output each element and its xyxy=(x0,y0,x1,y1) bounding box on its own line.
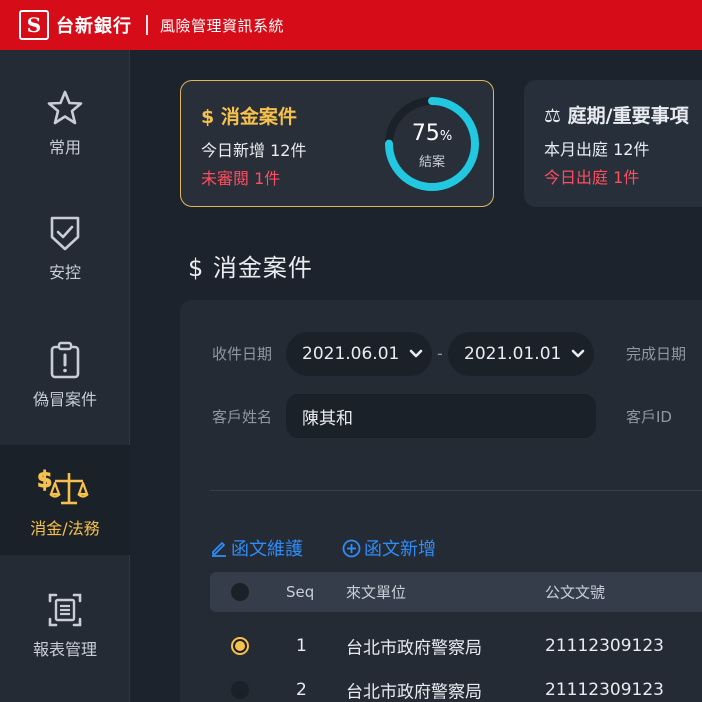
sidebar-item-reports[interactable]: 報表管理 xyxy=(0,590,130,680)
sidebar-item-consumer-legal[interactable]: $ 消金/法務 xyxy=(0,445,130,555)
main-content: $ 消金案件 今日新增 12件 未審閱 1件 75% 結案 ⚖ 庭期/重要事項 … xyxy=(130,50,702,702)
date-from-select[interactable]: 2021.06.01 xyxy=(286,332,432,376)
scales-dollar-icon: $ xyxy=(35,465,95,509)
add-letter-button[interactable]: 函文新增 xyxy=(342,535,436,561)
row-select-radio[interactable] xyxy=(231,637,249,655)
table-row[interactable]: 2 台北市政府警察局 21112309123 xyxy=(210,668,702,702)
top-bar: S 台新銀行 風險管理資訊系統 xyxy=(0,0,702,50)
chevron-down-icon xyxy=(410,349,423,358)
row-doc-no: 21112309123 xyxy=(545,680,664,700)
unreviewed-count: 未審閱 1件 xyxy=(201,169,281,188)
completed-date-label: 完成日期 xyxy=(626,345,687,363)
star-icon xyxy=(45,88,85,128)
column-header-doc-no: 公文文號 xyxy=(545,583,606,602)
report-icon xyxy=(45,590,85,630)
court-this-month-count: 本月出庭 12件 xyxy=(544,140,650,159)
customer-name-input[interactable]: 陳其和 xyxy=(286,394,596,438)
maintain-letter-button[interactable]: 函文維護 xyxy=(210,535,303,561)
new-today-count: 今日新增 12件 xyxy=(201,141,307,160)
row-unit: 台北市政府警察局 xyxy=(346,638,482,659)
svg-text:$: $ xyxy=(37,468,52,493)
column-header-unit: 來文單位 xyxy=(346,583,407,602)
date-to-value: 2021.01.01 xyxy=(464,344,562,364)
date-from-value: 2021.06.01 xyxy=(302,344,400,364)
sidebar-item-favorites[interactable]: 常用 xyxy=(0,88,130,178)
system-name: 風險管理資訊系統 xyxy=(160,16,285,35)
page-title: $ 消金案件 xyxy=(188,254,313,282)
sidebar: 常用 安控 偽冒案件 $ 消金/法務 報表管理 xyxy=(0,50,130,702)
card-title: $ 消金案件 xyxy=(201,106,297,128)
pencil-icon xyxy=(212,542,226,557)
customer-name-value: 陳其和 xyxy=(302,408,353,429)
sidebar-item-label: 報表管理 xyxy=(32,640,97,659)
table-header: Seq 來文單位 公文文號 xyxy=(210,572,702,612)
add-letter-label: 函文新增 xyxy=(364,539,436,560)
row-unit: 台北市政府警察局 xyxy=(346,682,482,702)
row-seq: 1 xyxy=(296,636,307,656)
row-select-radio[interactable] xyxy=(231,681,249,699)
divider xyxy=(210,490,702,491)
brand-name: 台新銀行 xyxy=(56,16,132,37)
sidebar-item-fraud[interactable]: 偽冒案件 xyxy=(0,340,130,430)
received-date-label: 收件日期 xyxy=(212,345,273,363)
customer-name-label: 客戶姓名 xyxy=(212,408,273,426)
shield-check-icon xyxy=(45,213,85,253)
alert-clipboard-icon xyxy=(45,340,85,380)
sidebar-item-label: 安控 xyxy=(48,263,81,282)
row-doc-no: 21112309123 xyxy=(545,636,664,656)
consumer-cases-card[interactable]: $ 消金案件 今日新增 12件 未審閱 1件 75% 結案 xyxy=(180,80,494,207)
customer-id-label: 客戶ID xyxy=(626,408,672,426)
card-title: ⚖ 庭期/重要事項 xyxy=(544,105,689,127)
closure-percent: 75% xyxy=(411,121,453,146)
sidebar-item-label: 常用 xyxy=(48,138,81,157)
search-panel: 收件日期 2021.06.01 - 2021.01.01 完成日期 客戶姓名 陳… xyxy=(180,300,702,702)
sidebar-item-label: 消金/法務 xyxy=(30,519,100,538)
table-row[interactable]: 1 台北市政府警察局 21112309123 xyxy=(210,624,702,668)
court-schedule-card[interactable]: ⚖ 庭期/重要事項 本月出庭 12件 今日出庭 1件 xyxy=(524,80,702,207)
date-to-select[interactable]: 2021.01.01 xyxy=(448,332,594,376)
sidebar-item-security[interactable]: 安控 xyxy=(0,213,130,303)
chevron-down-icon xyxy=(572,349,585,358)
maintain-letter-label: 函文維護 xyxy=(231,539,303,560)
select-all-radio[interactable] xyxy=(231,583,249,601)
taishin-logo: S xyxy=(19,10,49,40)
column-header-seq: Seq xyxy=(286,583,315,601)
brand-divider xyxy=(146,15,148,35)
court-today-count: 今日出庭 1件 xyxy=(544,168,640,187)
plus-circle-icon xyxy=(342,539,361,557)
date-range-separator: - xyxy=(437,344,443,363)
closure-label: 結案 xyxy=(418,155,445,170)
sidebar-item-label: 偽冒案件 xyxy=(32,390,97,409)
row-seq: 2 xyxy=(296,680,307,700)
